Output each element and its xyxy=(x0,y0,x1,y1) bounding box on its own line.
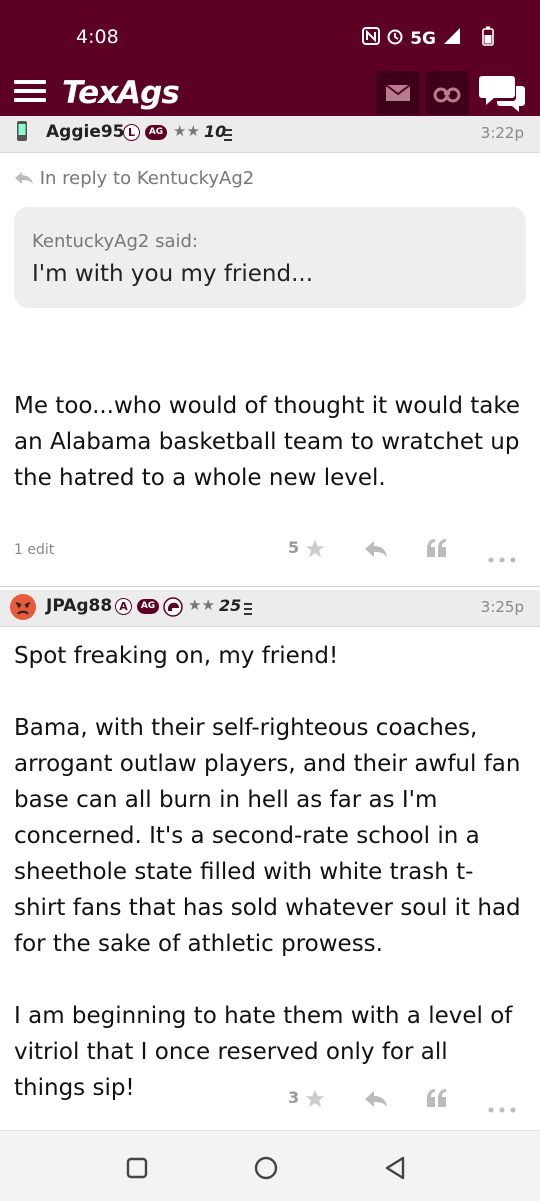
post-header: Aggie95 L AG ★★ 10 3:22p xyxy=(0,116,540,153)
post-time: 3:25p xyxy=(480,598,524,616)
more-button[interactable] xyxy=(488,1098,516,1117)
star-icon xyxy=(305,539,325,558)
rank-bars-icon xyxy=(244,600,252,619)
angry-face-icon xyxy=(8,592,38,626)
divider xyxy=(0,586,540,587)
home-button[interactable] xyxy=(254,1156,278,1184)
menu-icon[interactable] xyxy=(14,80,46,104)
reply-button[interactable] xyxy=(364,540,388,562)
quote-author: KentuckyAg2 said: xyxy=(32,231,198,252)
recents-icon xyxy=(126,1157,148,1179)
status-time: 4:08 xyxy=(76,26,119,48)
post-time: 3:22p xyxy=(480,124,524,142)
home-icon xyxy=(254,1156,278,1180)
ag-badge: AG xyxy=(137,599,159,614)
more-button[interactable] xyxy=(488,548,516,567)
reply-to-link[interactable]: In reply to KentuckyAg2 xyxy=(14,168,254,190)
back-icon xyxy=(385,1156,405,1180)
quote-text: I'm with you my friend... xyxy=(32,261,314,287)
helmet-icon xyxy=(163,597,183,621)
post-username[interactable]: JPAg88 xyxy=(46,596,112,616)
more-icon xyxy=(488,557,516,563)
star-button[interactable] xyxy=(304,1088,326,1114)
network-label: 5G xyxy=(410,28,436,49)
recents-button[interactable] xyxy=(126,1157,148,1183)
member-badge: A xyxy=(115,598,132,615)
chat-icon xyxy=(479,76,525,112)
quote-block: KentuckyAg2 said: I'm with you my friend… xyxy=(14,207,526,308)
star-button[interactable] xyxy=(304,538,326,564)
quote-icon xyxy=(427,1089,446,1107)
reply-arrow-icon xyxy=(14,169,34,190)
binoculars-icon xyxy=(433,87,461,103)
app-header: TexAgs xyxy=(0,66,540,122)
nfc-icon xyxy=(362,27,381,50)
star-count: 3 xyxy=(288,1088,300,1107)
star-icon xyxy=(305,1089,325,1108)
member-badge: L xyxy=(123,124,140,141)
rank-value: 25 xyxy=(219,596,242,615)
post-body: Spot freaking on, my friend! Bama, with … xyxy=(14,643,521,1101)
post-header: JPAg88 A AG ★★ 25 3:25p xyxy=(0,590,540,627)
post-actions: 1 edit 5 xyxy=(0,530,540,570)
mail-icon xyxy=(385,84,411,101)
star-count: 5 xyxy=(288,538,300,557)
signal-icon xyxy=(442,27,462,50)
post-body: Me too...who would of thought it would t… xyxy=(14,393,528,491)
chat-button[interactable] xyxy=(478,72,528,120)
quote-button[interactable] xyxy=(426,1088,448,1112)
binoculars-button[interactable] xyxy=(425,71,469,115)
edit-note[interactable]: 1 edit xyxy=(14,542,54,558)
quote-icon xyxy=(427,539,446,557)
star-rating: ★★ xyxy=(188,596,215,614)
more-icon xyxy=(488,1107,516,1113)
reply-icon xyxy=(365,541,387,557)
reply-to-text: In reply to KentuckyAg2 xyxy=(39,168,255,189)
quote-button[interactable] xyxy=(426,538,448,562)
reply-icon xyxy=(365,1091,387,1107)
mail-button[interactable] xyxy=(376,71,420,115)
post-actions: 3 xyxy=(0,1080,540,1120)
star-rating: ★★ xyxy=(173,122,200,140)
phone-icon xyxy=(16,120,28,146)
system-nav-bar xyxy=(0,1130,540,1201)
ag-badge: AG xyxy=(145,125,167,140)
alarm-icon xyxy=(386,27,404,50)
status-bar: 4:08 5G xyxy=(0,0,540,66)
battery-icon xyxy=(482,26,494,51)
app-logo[interactable]: TexAgs xyxy=(62,75,180,111)
rank-bars-icon xyxy=(224,126,232,145)
post-username[interactable]: Aggie95 xyxy=(46,122,125,142)
rank-value: 10 xyxy=(204,122,227,141)
back-button[interactable] xyxy=(384,1156,406,1184)
reply-button[interactable] xyxy=(364,1090,388,1112)
